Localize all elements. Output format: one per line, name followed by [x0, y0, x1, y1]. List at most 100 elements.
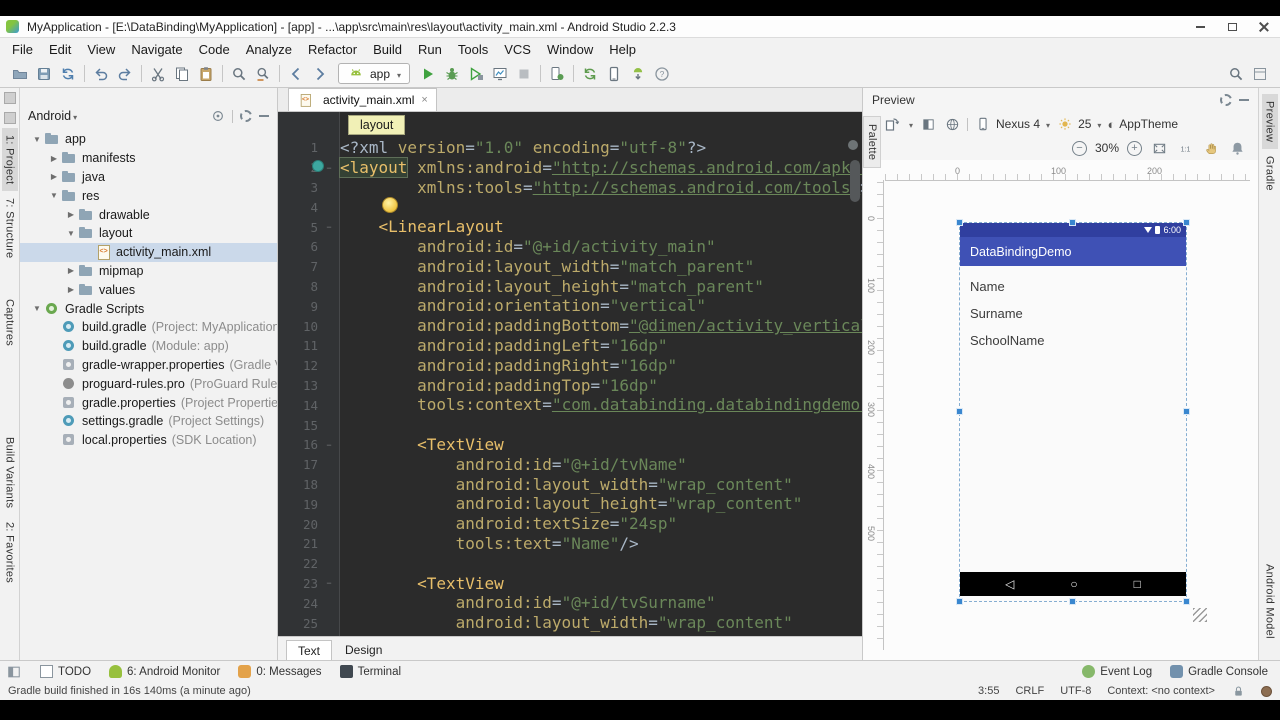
tree-right-arrow-icon[interactable]: ▶	[64, 285, 78, 294]
monitor-icon[interactable]	[488, 62, 512, 86]
menu-build[interactable]: Build	[365, 40, 410, 59]
resize-handle[interactable]	[1183, 408, 1190, 415]
code-editor[interactable]: 1<?xml version="1.0" encoding="utf-8"?> 2…	[278, 112, 862, 636]
device-selector[interactable]: Nexus 4	[974, 115, 1050, 133]
fold-icon[interactable]: −	[318, 222, 340, 232]
theme-selector[interactable]: AppTheme	[1107, 117, 1178, 132]
tree-right-arrow-icon[interactable]: ▶	[47, 154, 61, 163]
tool-tab-0-messages[interactable]: 0: Messages	[238, 665, 322, 678]
code-line[interactable]: 5− <LinearLayout	[278, 217, 862, 237]
pan-hand-icon[interactable]	[1202, 139, 1220, 157]
tree-item-gradle-scripts[interactable]: ▼ Gradle Scripts	[20, 299, 277, 318]
tree-down-arrow-icon[interactable]: ▼	[30, 135, 44, 144]
menu-code[interactable]: Code	[191, 40, 238, 59]
tree-item-build-gradle[interactable]: build.gradle (Project: MyApplication)	[20, 318, 277, 337]
maximize-button[interactable]	[1216, 16, 1248, 37]
tool-window-tab-1-project[interactable]: 1: Project	[1, 128, 18, 192]
gutter-marker-icon[interactable]	[312, 160, 324, 172]
code-line[interactable]: 11 android:paddingLeft="16dp"	[278, 336, 862, 356]
tool-window-tab-2-favorites[interactable]: 2: Favorites	[2, 515, 18, 590]
code-line[interactable]: 24 android:id="@+id/tvSurname"	[278, 593, 862, 613]
tool-window-switcher-icon[interactable]	[6, 664, 22, 680]
zoom-fit-icon[interactable]	[1150, 139, 1168, 157]
tool-strip-icon[interactable]	[3, 92, 16, 104]
tool-tab-event-log[interactable]: Event Log	[1082, 665, 1152, 678]
code-line[interactable]: 23− <TextView	[278, 574, 862, 594]
resize-handle[interactable]	[956, 408, 963, 415]
zoom-in-button[interactable]	[1127, 140, 1142, 156]
code-line[interactable]: 16− <TextView	[278, 435, 862, 455]
code-line[interactable]: 9 android:orientation="vertical"	[278, 296, 862, 316]
resize-handle[interactable]	[956, 219, 963, 226]
zoom-actual-icon[interactable]: 1:1	[1176, 139, 1194, 157]
cut-icon[interactable]	[146, 62, 170, 86]
save-all-icon[interactable]	[32, 62, 56, 86]
tree-item-gradle-properties[interactable]: gradle.properties (Project Properties)	[20, 393, 277, 412]
tree-item-gradle-wrapper-properties[interactable]: gradle-wrapper.properties (Gradle Version…	[20, 356, 277, 375]
tree-item-build-gradle[interactable]: build.gradle (Module: app)	[20, 337, 277, 356]
find-icon[interactable]	[227, 62, 251, 86]
fold-icon[interactable]: −	[318, 578, 340, 588]
sync-icon[interactable]	[56, 62, 80, 86]
redo-icon[interactable]	[113, 62, 137, 86]
status-crlf[interactable]: CRLF	[1015, 685, 1044, 697]
stop-icon[interactable]	[512, 62, 536, 86]
breadcrumb-tag[interactable]: layout	[348, 115, 406, 135]
tree-item-app[interactable]: ▼ app	[20, 130, 277, 149]
design-canvas[interactable]: 0 100 200 0 100 200 300 400 500 6:00 DataBindin…	[863, 160, 1258, 660]
tree-down-arrow-icon[interactable]: ▼	[64, 229, 78, 238]
code-line[interactable]: 15	[278, 415, 862, 435]
code-line[interactable]: 21 tools:text="Name"/>	[278, 534, 862, 554]
collapse-icon[interactable]	[1248, 62, 1272, 86]
tool-window-tab-build-variants[interactable]: Build Variants	[2, 430, 18, 515]
fold-icon[interactable]: −	[318, 440, 340, 450]
project-view-selector[interactable]: Android	[28, 109, 77, 123]
code-line[interactable]: 8 android:layout_height="match_parent"	[278, 277, 862, 297]
code-line[interactable]: 4	[278, 197, 862, 217]
code-line[interactable]: 25 android:layout_width="wrap_content"	[278, 613, 862, 633]
palette-tab[interactable]: Palette	[863, 116, 881, 169]
gradle-sync-icon[interactable]	[578, 62, 602, 86]
notifications-bell-icon[interactable]	[1228, 139, 1246, 157]
close-tab-icon[interactable]: ×	[421, 94, 427, 106]
status-context-no-context-[interactable]: Context: <no context>	[1107, 685, 1215, 697]
help-icon[interactable]: ?	[650, 62, 674, 86]
tree-right-arrow-icon[interactable]: ▶	[47, 172, 61, 181]
menu-file[interactable]: File	[4, 40, 41, 59]
run-icon[interactable]	[416, 62, 440, 86]
inspections-indicator-icon[interactable]	[848, 140, 858, 150]
tool-tab-todo[interactable]: TODO	[40, 665, 91, 678]
tree-item-settings-gradle[interactable]: settings.gradle (Project Settings)	[20, 412, 277, 431]
code-line[interactable]: 19 android:layout_height="wrap_content"	[278, 494, 862, 514]
gear-icon[interactable]	[240, 110, 252, 122]
menu-navigate[interactable]: Navigate	[123, 40, 190, 59]
api-selector[interactable]: 25	[1056, 115, 1101, 133]
tree-down-arrow-icon[interactable]: ▼	[47, 191, 61, 200]
search-icon[interactable]	[1224, 62, 1248, 86]
lock-icon[interactable]	[1229, 682, 1247, 700]
tool-tab-gradle-console[interactable]: Gradle Console	[1170, 665, 1268, 678]
tree-right-arrow-icon[interactable]: ▶	[64, 210, 78, 219]
avd-manager-icon[interactable]	[602, 62, 626, 86]
menu-analyze[interactable]: Analyze	[238, 40, 300, 59]
forward-icon[interactable]	[308, 62, 332, 86]
intention-bulb-icon[interactable]	[382, 197, 398, 213]
code-line[interactable]: 1 <?xml version="1.0" encoding="utf-8"?>	[278, 138, 862, 158]
hide-panel-icon[interactable]	[259, 114, 269, 118]
resize-handle[interactable]	[1183, 598, 1190, 605]
menu-refactor[interactable]: Refactor	[300, 40, 365, 59]
editor-scrollbar[interactable]	[850, 160, 860, 202]
paste-icon[interactable]	[194, 62, 218, 86]
menu-vcs[interactable]: VCS	[496, 40, 539, 59]
menu-view[interactable]: View	[79, 40, 123, 59]
sdk-manager-icon[interactable]	[626, 62, 650, 86]
status-utf-8[interactable]: UTF-8	[1060, 685, 1091, 697]
orientation-icon[interactable]	[883, 115, 901, 133]
tree-item-proguard-rules-pro[interactable]: proguard-rules.pro (ProGuard Rules for ap…	[20, 374, 277, 393]
tree-item-local-properties[interactable]: local.properties (SDK Location)	[20, 431, 277, 450]
resize-handle[interactable]	[956, 598, 963, 605]
minimize-button[interactable]	[1184, 16, 1216, 37]
tree-down-arrow-icon[interactable]: ▼	[30, 304, 44, 313]
undo-icon[interactable]	[89, 62, 113, 86]
tree-item-mipmap[interactable]: ▶ mipmap	[20, 262, 277, 281]
